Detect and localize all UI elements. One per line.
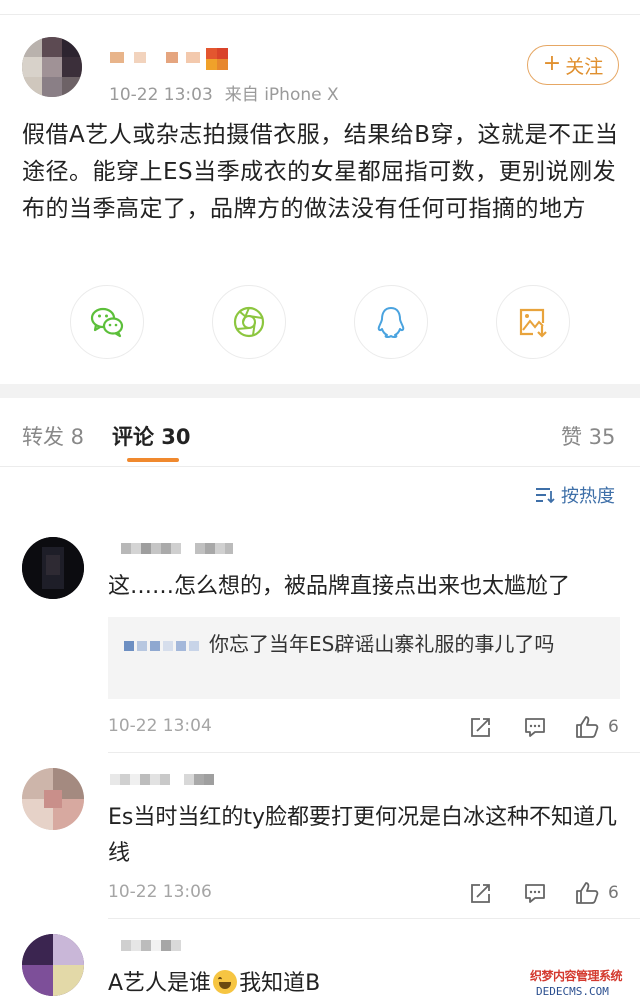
- commenter-name-redacted[interactable]: [121, 940, 181, 954]
- comment-divider: [108, 752, 640, 753]
- comment-icon[interactable]: [522, 880, 548, 906]
- tab-repost[interactable]: 转发 8: [22, 421, 84, 451]
- site-watermark: 织梦内容管理系统 DEDECMS.COM: [530, 965, 638, 1001]
- share-qq-button[interactable]: [354, 285, 428, 359]
- section-separator: [0, 384, 640, 398]
- commenter-avatar[interactable]: [22, 768, 84, 830]
- moments-icon: [233, 306, 265, 338]
- share-moments-button[interactable]: [212, 285, 286, 359]
- repost-icon[interactable]: [468, 880, 494, 906]
- post-meta: 10-22 13:03 来自 iPhone X: [109, 80, 339, 105]
- comment-actions: 6: [468, 714, 619, 740]
- comment-text: 这……怎么想的，被品牌直接点出来也太尴尬了: [108, 574, 571, 599]
- share-save-image-button[interactable]: [496, 285, 570, 359]
- watermark-line1: 织梦内容管理系统: [530, 969, 623, 983]
- reply-box[interactable]: 你忘了当年ES辟谣山寨礼服的事儿了吗: [108, 617, 620, 699]
- tabs-divider: [0, 466, 640, 467]
- comment-text-after: 我知道B: [239, 971, 321, 996]
- post-body: 假借A艺人或杂志拍摄借衣服，结果给B穿，这就是不正当途径。能穿上ES当季成衣的女…: [22, 122, 619, 222]
- follow-button[interactable]: + 关注: [527, 45, 619, 85]
- tab-likes[interactable]: 赞 35: [561, 421, 615, 451]
- laughing-emoji-icon: [213, 970, 238, 994]
- commenter-name-redacted[interactable]: [110, 774, 214, 788]
- wechat-icon: [90, 307, 124, 338]
- like-count: 6: [608, 717, 619, 737]
- repost-icon[interactable]: [468, 714, 494, 740]
- comment-actions: 6: [468, 880, 619, 906]
- comment-icon[interactable]: [522, 714, 548, 740]
- share-wechat-button[interactable]: [70, 285, 144, 359]
- active-tab-indicator: [127, 458, 179, 462]
- poster-name-redacted[interactable]: [110, 48, 228, 70]
- follow-label: 关注: [565, 55, 604, 78]
- watermark-line2: DEDECMS.COM: [536, 985, 609, 998]
- post-source: 来自 iPhone X: [224, 85, 339, 105]
- sort-by-hot-button[interactable]: 按热度: [535, 482, 615, 508]
- reply-author-redacted[interactable]: [124, 640, 199, 651]
- comment-time: 10-22 13:04: [108, 716, 212, 736]
- commenter-avatar[interactable]: [22, 537, 84, 599]
- post-time: 10-22 13:03: [109, 85, 213, 105]
- qq-icon: [377, 307, 405, 338]
- save-image-icon: [519, 308, 547, 338]
- sort-icon: [536, 488, 555, 504]
- commenter-avatar[interactable]: [22, 934, 84, 996]
- top-divider: [0, 14, 640, 15]
- like-icon[interactable]: [574, 880, 600, 906]
- commenter-name-redacted[interactable]: [121, 543, 233, 557]
- like-icon[interactable]: [574, 714, 600, 740]
- like-count: 6: [608, 883, 619, 903]
- reply-text: 你忘了当年ES辟谣山寨礼服的事儿了吗: [209, 632, 555, 656]
- tab-comments[interactable]: 评论 30: [112, 421, 191, 451]
- plus-icon: +: [542, 51, 562, 76]
- comment-time: 10-22 13:06: [108, 882, 212, 902]
- comment-text-before: A艺人是谁: [108, 971, 212, 996]
- poster-avatar[interactable]: [22, 37, 82, 97]
- sort-label: 按热度: [561, 486, 615, 507]
- comment-text: Es当时当红的ty脸都要打更何况是白冰这种不知道几线: [108, 805, 618, 866]
- comment-divider: [108, 918, 640, 919]
